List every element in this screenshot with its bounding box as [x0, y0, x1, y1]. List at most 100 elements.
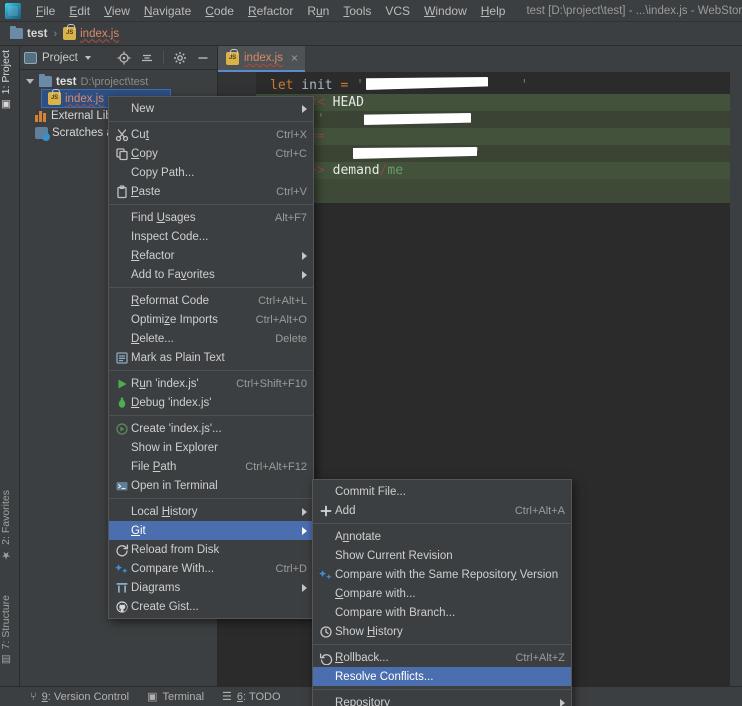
menu-item-inspect-code[interactable]: Inspect Code...	[109, 227, 313, 246]
menu-file[interactable]: FFileile	[29, 1, 62, 21]
menu-item-label: Reload from Disk	[131, 543, 220, 556]
menu-item-debug-index-js[interactable]: Debug 'index.js'	[109, 393, 313, 412]
menu-item-label: Add	[335, 504, 356, 517]
menu-item-show-in-explorer[interactable]: Show in Explorer	[109, 438, 313, 457]
breadcrumb-project-label: test	[27, 27, 48, 40]
menu-item-label: Git	[131, 524, 146, 537]
menu-item-compare-with[interactable]: Compare With... Ctrl+D	[109, 559, 313, 578]
scissors-icon	[113, 127, 131, 142]
webstorm-window: FFileile Edit View Navigate Code Refacto…	[0, 0, 742, 706]
clock-icon	[317, 624, 335, 639]
menu-item-copy[interactable]: Copy Ctrl+C	[109, 144, 313, 163]
menu-item-file-path[interactable]: File Path Ctrl+Alt+F12	[109, 457, 313, 476]
menu-separator	[313, 523, 571, 524]
no-icon	[113, 459, 131, 474]
menu-run[interactable]: Run	[300, 1, 336, 21]
menu-window[interactable]: Window	[417, 1, 474, 21]
menu-item-new[interactable]: New	[109, 99, 313, 118]
breadcrumb-item-file[interactable]: JS index.js	[59, 24, 123, 41]
menu-item-create-gist[interactable]: Create Gist...	[109, 597, 313, 616]
status-label: Terminal	[162, 690, 205, 703]
project-panel-title-group[interactable]: Project	[24, 51, 91, 64]
menu-item-label: Repository	[335, 696, 390, 706]
menu-item-refactor[interactable]: Refactor	[109, 246, 313, 265]
menu-vcs[interactable]: VCS	[378, 1, 417, 21]
menu-item-find-usages[interactable]: Find Usages Alt+F7	[109, 208, 313, 227]
menu-refactor[interactable]: Refactor	[241, 1, 300, 21]
git-menu-item-rollback[interactable]: Rollback... Ctrl+Alt+Z	[313, 648, 571, 667]
menu-item-label: File Path	[131, 460, 177, 473]
close-icon[interactable]: ×	[291, 51, 298, 65]
menu-item-paste[interactable]: Paste Ctrl+V	[109, 182, 313, 201]
tool-tab-project[interactable]: ▣1: Project	[0, 46, 20, 114]
git-menu-item-compare-with-branch[interactable]: Compare with Branch...	[313, 603, 571, 622]
git-menu-item-show-history[interactable]: Show History	[313, 622, 571, 641]
menu-item-delete[interactable]: Delete... Delete	[109, 329, 313, 348]
git-menu-item-commit-file[interactable]: Commit File...	[313, 482, 571, 501]
toolbar-divider	[163, 51, 164, 64]
expand-triangle-icon[interactable]	[26, 79, 34, 84]
menu-item-open-in-terminal[interactable]: Open in Terminal	[109, 476, 313, 495]
breadcrumb-item-project[interactable]: test	[6, 26, 51, 41]
menu-tools[interactable]: Tools	[336, 1, 378, 21]
menu-item-shortcut: Alt+F7	[274, 211, 307, 224]
git-menu-item-resolve-conflicts[interactable]: Resolve Conflicts...	[313, 667, 571, 686]
menu-view[interactable]: View	[97, 1, 137, 21]
git-menu-item-compare-with[interactable]: Compare with...	[313, 584, 571, 603]
menu-item-label: Find Usages	[131, 211, 196, 224]
breadcrumb: test › JS index.js	[0, 22, 742, 46]
submenu-arrow-icon	[302, 526, 307, 535]
menu-code[interactable]: Code	[198, 1, 241, 21]
menu-item-optimize-imports[interactable]: Optimize Imports Ctrl+Alt+O	[109, 310, 313, 329]
menu-edit[interactable]: Edit	[62, 1, 97, 21]
git-menu-item-repository[interactable]: Repository	[313, 693, 571, 706]
menu-separator	[109, 287, 313, 288]
menu-item-create-index-js[interactable]: Create 'index.js'...	[109, 419, 313, 438]
status-item-todo[interactable]: ☰ 6: TODO	[222, 690, 281, 704]
tree-label: test	[56, 75, 77, 88]
gear-icon[interactable]	[173, 51, 187, 65]
no-icon	[113, 440, 131, 455]
editor-scrollbar[interactable]	[730, 72, 742, 686]
no-icon	[317, 529, 335, 544]
menu-item-diagrams[interactable]: Diagrams	[109, 578, 313, 597]
menu-item-local-history[interactable]: Local History	[109, 502, 313, 521]
menu-item-shortcut: Ctrl+C	[275, 147, 307, 160]
editor-tab-bar: JS index.js ×	[218, 46, 742, 72]
locate-icon[interactable]	[117, 51, 131, 65]
menu-help[interactable]: Help	[474, 1, 513, 21]
git-menu-item-show-current-revision[interactable]: Show Current Revision	[313, 546, 571, 565]
file-context-menu: New Cut Ctrl+X Copy Ctrl+C Copy Path... Paste C…	[108, 96, 314, 619]
no-icon	[113, 523, 131, 538]
chevron-down-icon[interactable]	[84, 55, 91, 60]
menu-item-shortcut: Ctrl+Alt+A	[514, 504, 565, 517]
status-item-terminal[interactable]: ▣ Terminal	[147, 690, 205, 704]
plus-icon	[317, 503, 335, 518]
menu-item-copy-path[interactable]: Copy Path...	[109, 163, 313, 182]
tool-tab-structure[interactable]: ▤7: Structure	[0, 591, 20, 669]
menu-item-git[interactable]: Git	[109, 521, 313, 540]
menu-item-run-index-js[interactable]: Run 'index.js' Ctrl+Shift+F10	[109, 374, 313, 393]
menu-navigate[interactable]: Navigate	[137, 1, 198, 21]
menu-item-reformat-code[interactable]: Reformat Code Ctrl+Alt+L	[109, 291, 313, 310]
no-icon	[113, 210, 131, 225]
menu-item-cut[interactable]: Cut Ctrl+X	[109, 125, 313, 144]
menu-item-shortcut: Ctrl+D	[275, 562, 307, 575]
no-icon	[113, 267, 131, 282]
tool-tab-favorites[interactable]: ★2: Favorites	[0, 486, 20, 565]
tree-node-test[interactable]: test D:\project\test	[20, 73, 217, 90]
menu-item-reload-from-disk[interactable]: Reload from Disk	[109, 540, 313, 559]
git-menu-item-add[interactable]: Add Ctrl+Alt+A	[313, 501, 571, 520]
menu-item-label: Compare With...	[131, 562, 215, 575]
menu-item-mark-as-plain-text[interactable]: Mark as Plain Text	[109, 348, 313, 367]
menu-item-add-to-favorites[interactable]: Add to Favorites	[109, 265, 313, 284]
editor-tab-index-js[interactable]: JS index.js ×	[218, 46, 306, 72]
main-menu-bar: FFileile Edit View Navigate Code Refacto…	[0, 0, 742, 22]
git-menu-item-compare-with-the-same-repository-version[interactable]: Compare with the Same Repository Version	[313, 565, 571, 584]
collapse-all-icon[interactable]	[140, 51, 154, 65]
vcs-icon: ⑂	[30, 690, 37, 703]
git-menu-item-annotate[interactable]: Annotate	[313, 527, 571, 546]
status-item-version-control[interactable]: ⑂ 9: Version Control	[30, 691, 129, 703]
minimize-icon[interactable]	[196, 51, 210, 65]
editor-tab-label: index.js	[244, 52, 283, 64]
